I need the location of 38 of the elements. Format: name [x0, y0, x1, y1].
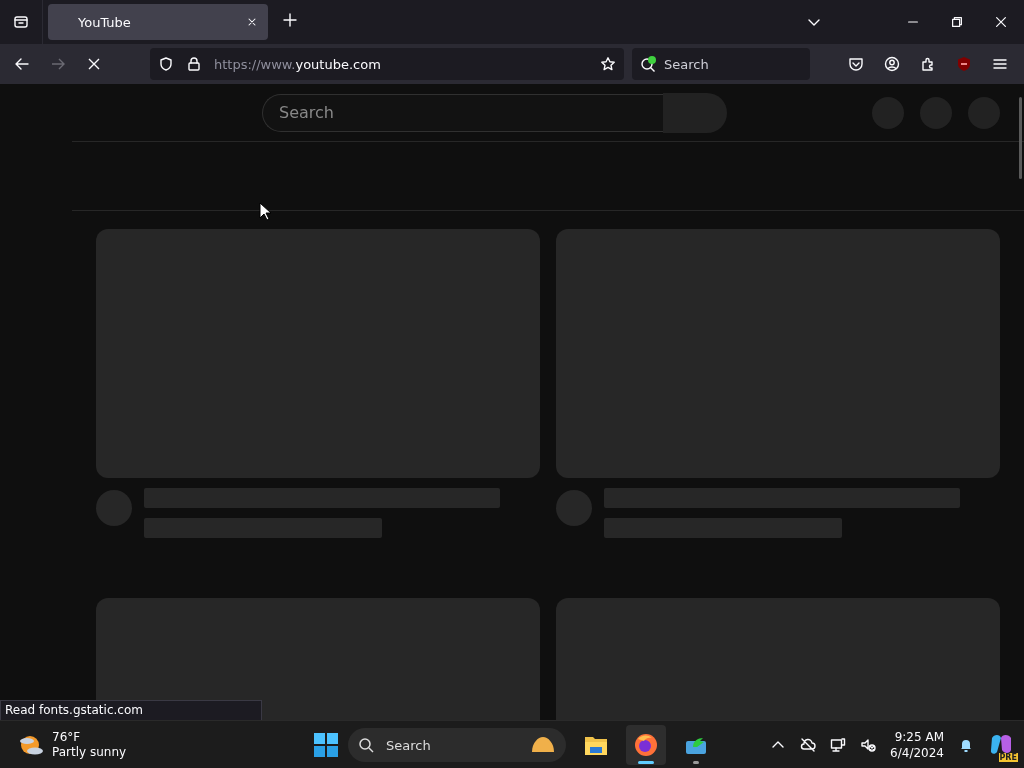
cloud-off-icon[interactable] — [800, 736, 817, 753]
shield-icon[interactable] — [158, 56, 174, 72]
puzzle-icon[interactable] — [920, 56, 936, 72]
shield-extension-icon[interactable] — [956, 56, 972, 72]
avatar-placeholder — [556, 490, 592, 526]
menu-icon[interactable] — [992, 56, 1008, 72]
browser-tab[interactable]: YouTube — [48, 4, 268, 40]
forward-icon[interactable] — [50, 56, 66, 72]
scrollbar[interactable] — [1019, 97, 1022, 179]
preview-badge: PRE — [998, 752, 1018, 762]
restore-icon[interactable] — [950, 15, 964, 29]
status-text: Read fonts.gstatic.com — [0, 700, 262, 720]
plus-icon[interactable] — [282, 12, 298, 28]
folder-icon[interactable] — [584, 734, 608, 756]
tab-list-icon[interactable] — [13, 14, 29, 30]
pocket-icon[interactable] — [848, 56, 864, 72]
weather-condition: Partly sunny — [52, 744, 127, 760]
back-icon[interactable] — [14, 56, 30, 72]
network-icon[interactable] — [830, 736, 847, 753]
taskbar-search[interactable]: Search — [348, 728, 566, 762]
search-icon — [358, 737, 374, 753]
search-field[interactable]: Search — [262, 93, 663, 132]
star-icon[interactable] — [600, 56, 616, 72]
lock-icon[interactable] — [186, 56, 202, 72]
firefox-icon[interactable] — [634, 733, 658, 757]
account-icon[interactable] — [884, 56, 900, 72]
address-bar[interactable]: https://www.youtube.com — [150, 48, 624, 80]
app-icon[interactable] — [685, 735, 707, 755]
search-field[interactable]: Search — [632, 48, 810, 80]
clock[interactable]: 9:25 AM 6/4/2024 — [890, 728, 944, 761]
close-icon[interactable] — [246, 16, 258, 28]
stop-icon[interactable] — [86, 56, 102, 72]
close-icon[interactable] — [994, 15, 1008, 29]
avatar-placeholder — [96, 490, 132, 526]
temperature: 76°F — [52, 729, 82, 745]
start-icon[interactable] — [314, 733, 338, 757]
cursor-icon — [259, 202, 271, 221]
search-icon — [640, 55, 658, 73]
